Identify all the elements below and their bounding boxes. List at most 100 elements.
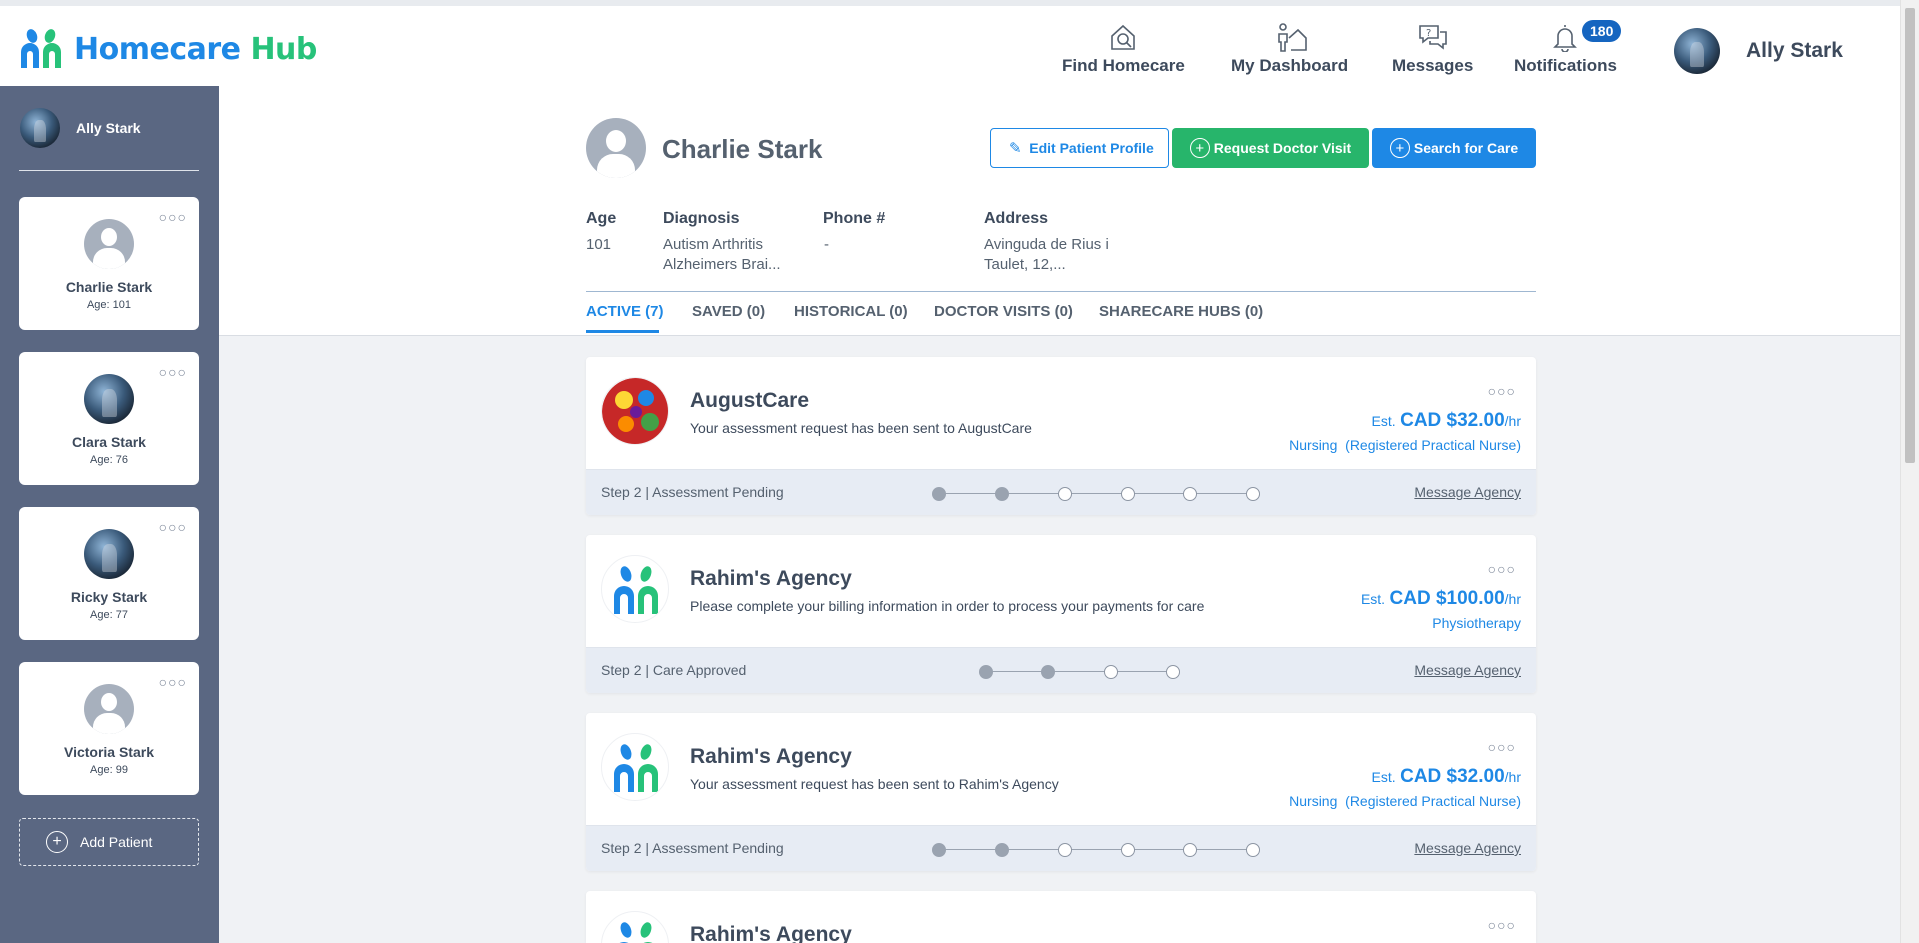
sidebar-divider [19,170,199,171]
diagnosis-label: Diagnosis [663,210,740,227]
agency-logo [601,377,669,445]
step-dot [1166,665,1180,679]
estimated-price: Est. CAD $32.00/hr [1372,766,1521,788]
request-status-message: Your assessment request has been sent to… [690,420,1032,436]
plus-circle-icon: + [46,831,68,853]
default-avatar-icon [84,684,134,734]
tab-doctor-visits[interactable]: DOCTOR VISITS (0) [934,303,1073,320]
stepper-line [986,671,1174,672]
chat-question-icon: ? [1416,20,1450,54]
more-options-icon[interactable]: ○○○ [1488,561,1516,577]
page-scrollbar[interactable] [1900,0,1919,943]
step-dot [1183,487,1197,501]
tab-active[interactable]: ACTIVE (7) [586,303,664,320]
agency-logo [601,555,669,623]
scrollbar-thumb[interactable] [1905,8,1915,463]
step-dot-complete [1041,665,1055,679]
patient-name: Victoria Stark [63,744,154,760]
progress-stepper [932,843,1262,857]
step-dot [1246,843,1260,857]
user-menu[interactable]: Ally Stark [1674,28,1843,74]
patient-age: Age: 76 [90,454,128,466]
more-options-icon[interactable]: ○○○ [1488,917,1516,933]
nav-my-dashboard[interactable]: My Dashboard [1231,20,1348,76]
tab-sharecare-hubs[interactable]: SHARECARE HUBS (0) [1099,303,1263,320]
service-type: Nursing (Registered Practical Nurse) [1289,437,1521,453]
agency-name: Rahim's Agency [690,923,852,943]
patient-card[interactable]: ○○○ Clara Stark Age: 76 [19,352,199,485]
care-request-card[interactable]: AugustCare Your assessment request has b… [586,357,1536,515]
nav-find-homecare[interactable]: Find Homecare [1062,20,1185,76]
bell-icon [1548,20,1582,54]
tab-saved[interactable]: SAVED (0) [692,303,765,320]
price-amount: CAD $32.00 [1400,410,1505,431]
address-value: Avinguda de Rius i Taulet, 12,... [984,235,1109,275]
request-progress-footer: Step 2 | Care Approved Message Agency [586,647,1536,693]
more-options-icon[interactable]: ○○○ [159,364,187,380]
price-amount: CAD $32.00 [1400,766,1505,787]
home-search-icon [1106,20,1140,54]
message-agency-link[interactable]: Message Agency [1414,484,1521,500]
active-tab-indicator [586,330,659,333]
step-dot [1246,487,1260,501]
logo[interactable]: Homecare Hub [18,28,317,70]
notification-count-badge: 180 [1582,20,1622,42]
price-unit: /hr [1504,591,1521,607]
patient-age-label: Age: [90,609,113,621]
age-label: Age [586,210,617,227]
nav-label: My Dashboard [1231,56,1349,75]
request-step-label: Step 2 | Care Approved [601,662,747,678]
patient-avatar [84,374,134,424]
patient-card[interactable]: ○○○ Charlie Stark Age: 101 [19,197,199,330]
more-options-icon[interactable]: ○○○ [159,519,187,535]
add-patient-button[interactable]: + Add Patient [19,818,199,866]
price-unit: /hr [1504,413,1521,429]
logo-text: Homecare Hub [74,32,317,67]
search-for-care-button[interactable]: + Search for Care [1372,128,1536,168]
nav-notifications[interactable]: Notifications 180 [1514,20,1622,76]
more-options-icon[interactable]: ○○○ [1488,383,1516,399]
message-agency-link[interactable]: Message Agency [1414,662,1521,678]
message-agency-link[interactable]: Message Agency [1414,840,1521,856]
add-patient-label: Add Patient [80,834,153,850]
agency-name: AugustCare [690,389,810,412]
estimated-price: Est. CAD $100.00/hr [1361,588,1521,610]
svg-text:?: ? [1426,28,1431,39]
edit-patient-profile-button[interactable]: ✎ Edit Patient Profile [990,128,1169,168]
more-options-icon[interactable]: ○○○ [1488,739,1516,755]
step-dot [1058,487,1072,501]
patient-card[interactable]: ○○○ Ricky Stark Age: 77 [19,507,199,640]
address-line: Avinguda de Rius i [984,236,1109,253]
care-request-card[interactable]: Rahim's Agency Please complete your bill… [586,535,1536,693]
patient-avatar [84,529,134,579]
step-dot-complete [932,843,946,857]
care-request-card[interactable]: Rahim's Agency ○○○ [586,891,1536,943]
patient-age-label: Age: [86,299,110,311]
edit-patient-profile-label: Edit Patient Profile [1029,140,1154,156]
request-doctor-visit-button[interactable]: + Request Doctor Visit [1172,128,1369,168]
step-dot-complete [932,487,946,501]
patient-age: Age: 99 [90,764,128,776]
care-request-card[interactable]: Rahim's Agency Your assessment request h… [586,713,1536,871]
sidebar-user-avatar [20,108,60,148]
step-dot [1183,843,1197,857]
step-dot [1121,487,1135,501]
sidebar-user[interactable]: Ally Stark [20,108,141,148]
more-options-icon[interactable]: ○○○ [159,209,187,225]
patient-age-value: 77 [115,609,128,621]
patient-name: Ricky Stark [70,589,148,605]
patient-title: Charlie Stark [662,134,823,164]
request-step-label: Step 2 | Assessment Pending [601,840,784,856]
nav-messages[interactable]: ? Messages [1392,20,1473,76]
address-line: Taulet, 12,... [984,256,1066,273]
patient-default-avatar-icon [586,118,646,178]
progress-stepper [932,487,1262,501]
agency-name: Rahim's Agency [690,745,852,768]
tab-historical[interactable]: HISTORICAL (0) [794,303,908,320]
step-dot-complete [995,843,1009,857]
patient-age-label: Age: [90,764,113,776]
more-options-icon[interactable]: ○○○ [159,674,187,690]
default-avatar-icon [84,219,134,269]
sidebar-user-name: Ally Stark [76,120,141,136]
patient-card[interactable]: ○○○ Victoria Stark Age: 99 [19,662,199,795]
